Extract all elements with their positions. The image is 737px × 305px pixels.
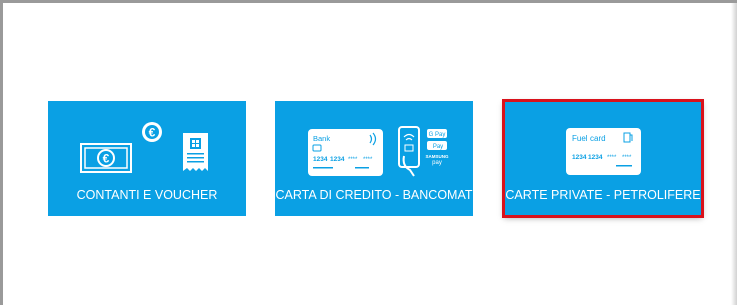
fuel-card-icon: Fuel card 1234 1234 **** **** (566, 128, 641, 175)
card-number-2: 1234 (330, 156, 345, 163)
window-edge-shadow (731, 3, 737, 305)
fuel-card-title-2: card (590, 134, 606, 143)
samsung-pay-text: pay (432, 160, 442, 166)
samsung-text: SAMSUNG (425, 154, 449, 159)
card-bank-text: Bank (313, 134, 330, 143)
fuel-card-number-2: 1234 (588, 154, 603, 161)
cash-voucher-icon: € € (80, 122, 208, 173)
payment-option-label: CARTE PRIVATE - PETROLIFERE (505, 188, 701, 202)
payment-option-fuel-card[interactable]: Fuel card 1234 1234 **** **** CARTE PRIV… (502, 99, 704, 218)
fuel-card-title-1: Fuel (572, 134, 588, 143)
fuel-card-number-4: **** (622, 155, 632, 161)
payment-option-cash-voucher[interactable]: € € CONTANTI E VOUCHER (48, 101, 246, 216)
payment-option-credit-card[interactable]: Bank 1234 1234 **** **** G Pay Pay SAMSU… (275, 101, 473, 216)
card-number-1: 1234 (313, 156, 328, 163)
payment-option-label: CARTA DI CREDITO - BANCOMAT (275, 188, 473, 202)
card-number-4: **** (363, 157, 373, 163)
svg-text:€: € (149, 126, 156, 140)
payment-option-label: CONTANTI E VOUCHER (76, 188, 218, 202)
fuel-card-number-1: 1234 (572, 154, 587, 161)
svg-text:€: € (103, 152, 110, 166)
apple-pay-text: Pay (433, 144, 443, 150)
fuel-card-number-3: **** (607, 155, 617, 161)
google-pay-text: G Pay (429, 132, 446, 138)
card-number-3: **** (348, 157, 358, 163)
credit-card-phone-icon: Bank 1234 1234 **** **** G Pay Pay SAMSU… (308, 126, 449, 177)
